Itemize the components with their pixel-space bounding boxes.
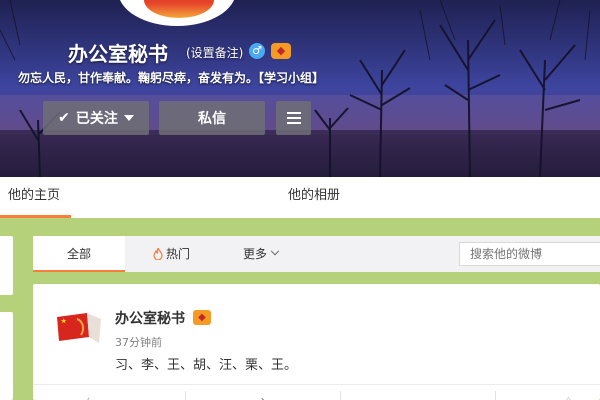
post-timestamp[interactable]: 37分钟前 — [115, 334, 162, 350]
side-card — [0, 236, 13, 295]
message-button[interactable]: 私信 — [159, 101, 265, 135]
comment-icon: ▭ — [411, 395, 422, 400]
post-content: 习、李、王、胡、汪、栗、王。 — [115, 358, 298, 373]
repost-icon: ⇄ — [255, 395, 265, 400]
profile-name: 办公室秘书 — [68, 42, 168, 66]
search-input[interactable] — [459, 242, 600, 266]
cover-scenery — [0, 0, 600, 177]
like-action[interactable]: ♢ — [563, 395, 574, 400]
post-action-bar: ☆ ⇄ ▭ ♢ — [33, 384, 600, 400]
favorite-action[interactable]: ☆ — [83, 395, 94, 400]
set-remark-link[interactable]: (设置备注) — [186, 44, 243, 61]
divider — [185, 391, 186, 400]
flame-icon — [153, 248, 163, 260]
feed-post: 办公室秘书 ◆ 37分钟前 习、李、王、胡、汪、栗、王。 ☆ ⇄ ▭ ♢ — [33, 284, 600, 400]
follow-button[interactable]: ✔ 已关注 — [43, 101, 149, 135]
message-label: 私信 — [198, 111, 226, 127]
feed-tab-hot-label: 热门 — [166, 247, 191, 261]
menu-button[interactable] — [276, 101, 311, 135]
post-author-name[interactable]: 办公室秘书 — [115, 308, 185, 328]
profile-cover: 办公室秘书 (设置备注) ♂ ◆ 勿忘人民，甘作奉献。鞠躬尽瘁，奋发有为。【学习… — [0, 0, 600, 177]
repost-action[interactable]: ⇄ — [255, 395, 265, 400]
comment-action[interactable]: ▭ — [411, 395, 422, 400]
post-author-avatar[interactable] — [55, 311, 105, 345]
tab-album[interactable]: 他的相册 — [288, 177, 340, 218]
profile-bio: 勿忘人民，甘作奉献。鞠躬尽瘁，奋发有为。【学习小组】 — [18, 71, 325, 85]
feed-tab-hot[interactable]: 热门 — [153, 236, 190, 272]
vip-badge-icon[interactable]: ◆ — [193, 310, 211, 325]
feed-filter-bar: 全部 热门 更多 — [33, 236, 600, 272]
thumbs-up-icon: ♢ — [563, 395, 574, 400]
tab-home[interactable]: 他的主页 — [0, 177, 71, 218]
menu-icon — [286, 112, 301, 124]
check-icon: ✔ — [58, 110, 70, 126]
star-icon: ☆ — [83, 395, 94, 400]
feed-tab-more[interactable]: 更多 — [243, 236, 280, 272]
follow-label: 已关注 — [75, 111, 118, 127]
divider — [340, 391, 341, 400]
male-icon: ♂ — [249, 43, 265, 59]
flag-image — [144, 0, 214, 18]
profile-tab-bar: 他的主页 他的相册 — [0, 177, 600, 218]
feed-tab-more-label: 更多 — [243, 247, 268, 261]
vip-badge-icon[interactable]: ◆ — [271, 43, 291, 59]
feed-tab-all[interactable]: 全部 — [33, 236, 125, 272]
divider — [495, 391, 496, 400]
side-card — [0, 312, 13, 400]
caret-down-icon — [123, 115, 134, 121]
chevron-down-icon — [270, 246, 280, 256]
